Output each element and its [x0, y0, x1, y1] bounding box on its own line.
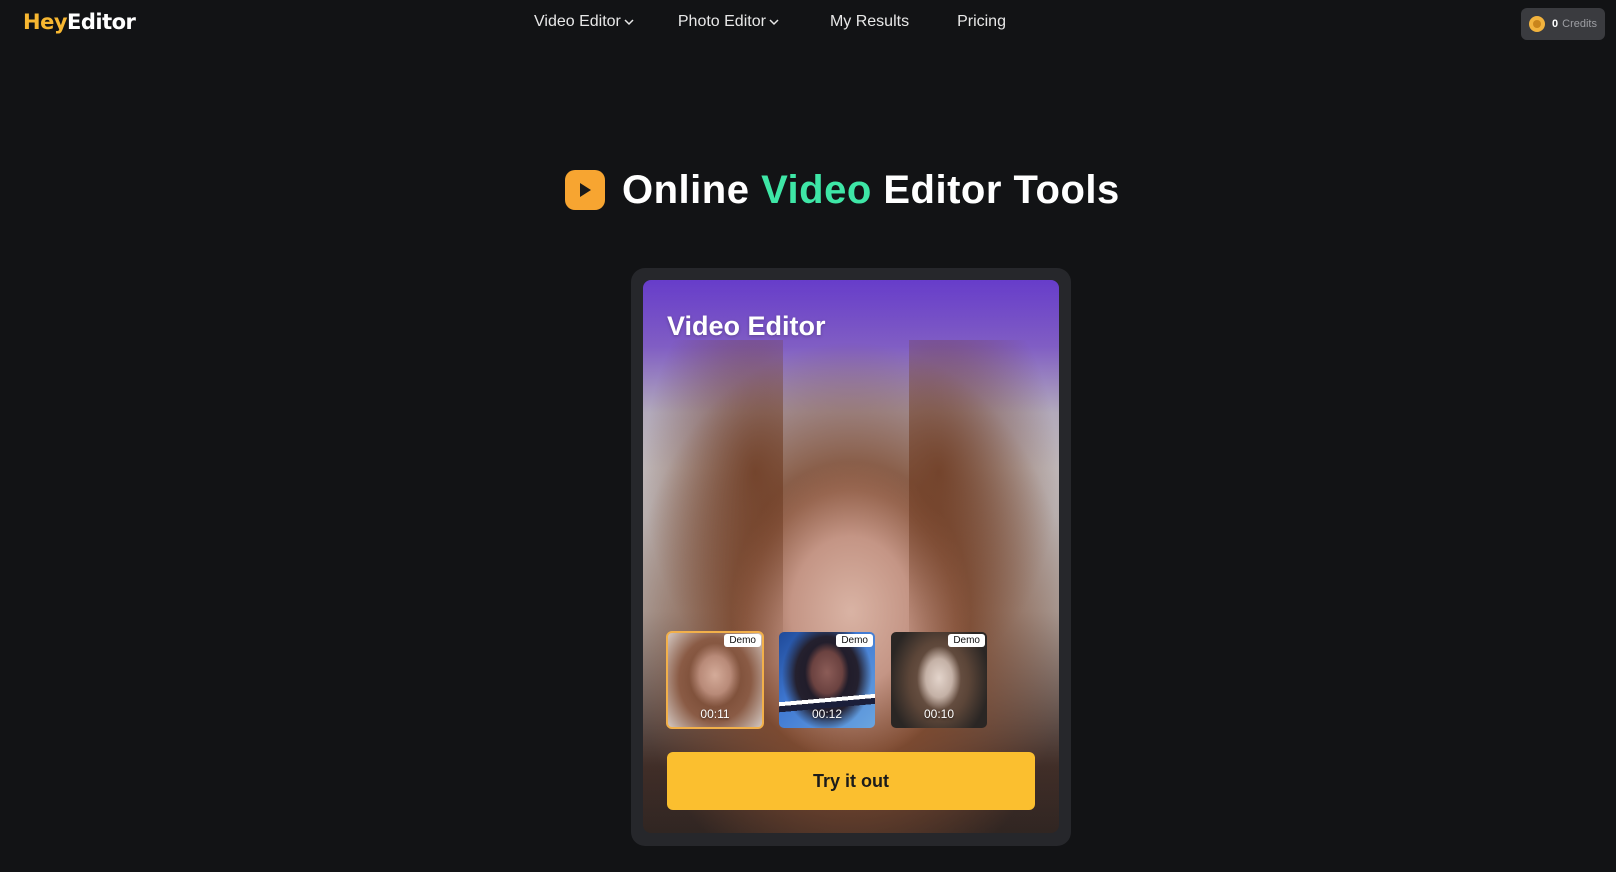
nav-my-results-label: My Results — [829, 13, 910, 30]
nav-my-results[interactable]: My Results — [830, 13, 909, 31]
credits-count: 0 — [1552, 18, 1559, 30]
nav-pricing-label: Pricing — [957, 13, 1006, 30]
demo-badge: Demo — [836, 634, 873, 647]
page-title: Online Video Editor Tools — [565, 168, 1120, 212]
card-title: Video Editor — [667, 311, 826, 341]
nav-video-editor[interactable]: Video Editor — [534, 13, 635, 31]
demo-thumbnails: Demo 00:11 Demo 00:12 Demo 00:10 — [666, 631, 1003, 729]
video-duration: 00:12 — [811, 707, 843, 721]
chevron-down-icon — [624, 19, 634, 26]
nav-video-editor-label: Video Editor — [534, 13, 621, 30]
nav-pricing[interactable]: Pricing — [957, 13, 1006, 31]
try-it-out-button[interactable]: Try it out — [667, 752, 1035, 810]
top-nav-bar: HeyEditor Video Editor Photo Editor My R… — [0, 0, 1616, 48]
demo-thumbnail-2[interactable]: Demo 00:12 — [779, 632, 875, 728]
demo-badge: Demo — [724, 634, 761, 647]
logo-editor: Editor — [67, 10, 136, 34]
coin-icon — [1529, 16, 1545, 32]
logo-hey: Hey — [23, 10, 68, 34]
nav-photo-editor[interactable]: Photo Editor — [678, 13, 780, 31]
credits-label: Credits — [1562, 18, 1597, 30]
video-editor-card: Video Editor Demo 00:11 Demo 00:12 Demo … — [643, 280, 1059, 833]
title-suffix: Editor Tools — [871, 167, 1120, 212]
demo-thumbnail-1[interactable]: Demo 00:11 — [666, 631, 764, 729]
nav-photo-editor-label: Photo Editor — [677, 13, 766, 30]
play-icon — [565, 170, 605, 210]
heyeditor-logo[interactable]: HeyEditor — [23, 10, 136, 34]
demo-thumbnail-3[interactable]: Demo 00:10 — [891, 632, 987, 728]
page-title-text: Online Video Editor Tools — [622, 168, 1120, 213]
title-accent: Video — [761, 167, 872, 212]
video-duration: 00:11 — [700, 707, 730, 721]
demo-badge: Demo — [948, 634, 985, 647]
title-prefix: Online — [622, 167, 762, 212]
credits-button[interactable]: 0 Credits — [1521, 8, 1605, 40]
chevron-down-icon — [769, 19, 779, 26]
main-nav: Video Editor Photo Editor My Results Pri… — [534, 13, 1006, 31]
video-duration: 00:10 — [923, 707, 955, 721]
